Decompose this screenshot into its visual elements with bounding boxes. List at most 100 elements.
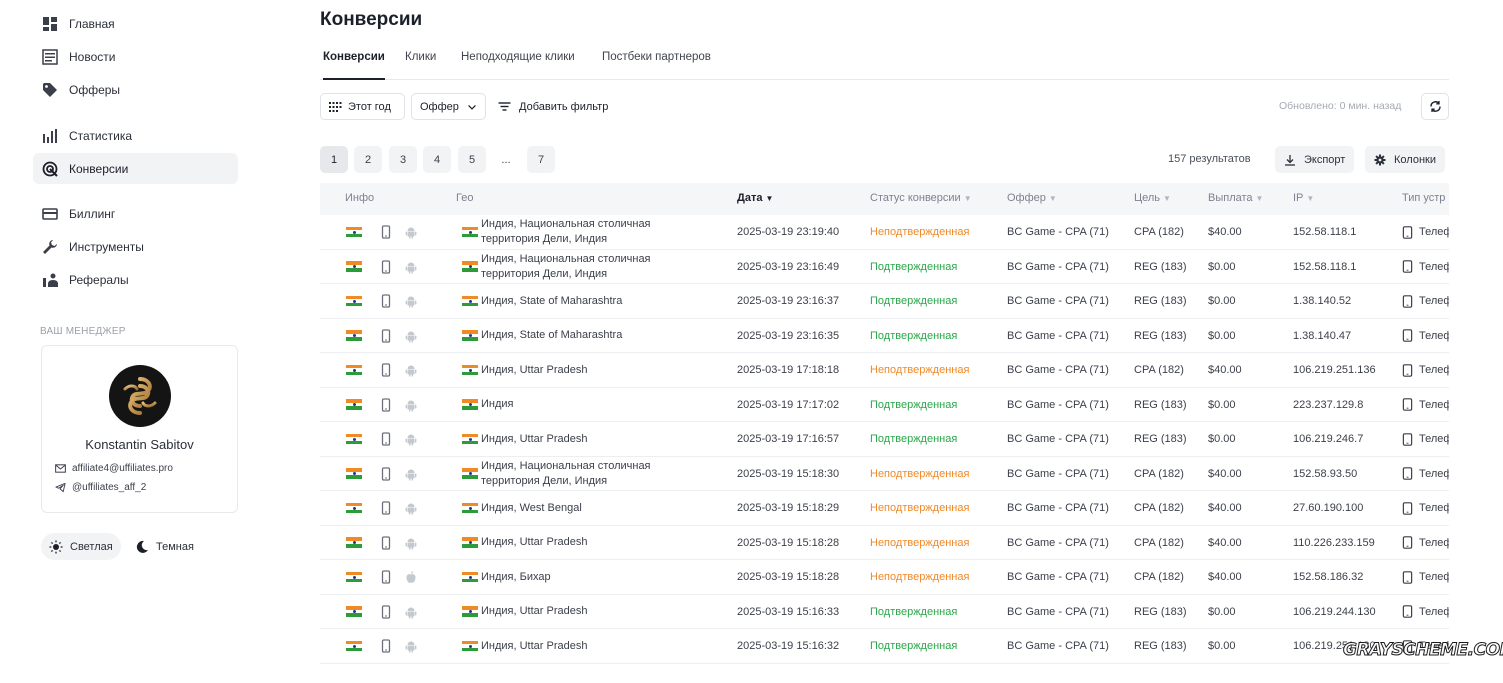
page-button-3[interactable]: 3 — [389, 146, 417, 173]
sidebar-item-billing[interactable]: Биллинг — [33, 198, 238, 229]
column-header-date[interactable]: Дата ▼ — [737, 192, 773, 204]
columns-button[interactable]: Колонки — [1365, 146, 1445, 173]
table-row[interactable]: Индия 2025-03-19 17:17:02 Подтвержденная BC… — [320, 388, 1449, 422]
calendar-grid-icon — [329, 102, 342, 112]
offer-select[interactable]: Оффер — [411, 93, 486, 120]
page-button-2[interactable]: 2 — [354, 146, 382, 173]
india-flag-icon — [346, 606, 362, 617]
india-flag-icon — [462, 468, 478, 479]
table-header: Инфо Гео Дата ▼ Статус конверсии ▼ Оффер ▼ … — [320, 183, 1449, 215]
avatar — [109, 365, 171, 427]
chevron-down-icon — [468, 104, 476, 110]
table-row[interactable]: Индия, Бихар 2025-03-19 15:18:28 Неподтвер… — [320, 560, 1449, 595]
add-filter-button[interactable]: Добавить фильтр — [498, 93, 608, 120]
theme-dark-label: Темная — [156, 540, 194, 553]
tab-partner-postbacks[interactable]: Постбеки партнеров — [602, 44, 711, 79]
period-filter-button[interactable]: Этот год — [320, 93, 405, 120]
offer-cell[interactable]: BC Game - CPA (71) — [1007, 388, 1109, 422]
offer-cell[interactable]: BC Game - CPA (71) — [1007, 595, 1109, 629]
table-row[interactable]: Индия, State of Maharashtra 2025-03-19 23… — [320, 319, 1449, 353]
tab-conversions[interactable]: Конверсии — [323, 44, 385, 80]
status-cell: Неподтвержденная — [870, 226, 970, 238]
sidebar-item-conversions[interactable]: Конверсии — [33, 153, 238, 184]
table-row[interactable]: Индия, Национальная столичная территория… — [320, 215, 1449, 250]
column-header-offer[interactable]: Оффер ▼ — [1007, 192, 1057, 204]
offer-cell[interactable]: BC Game - CPA (71) — [1007, 250, 1109, 284]
manager-telegram[interactable]: @uffiliates_aff_2 — [55, 482, 146, 493]
offer-cell[interactable]: BC Game - CPA (71) — [1007, 491, 1109, 525]
date-cell: 2025-03-19 15:18:29 — [737, 502, 840, 514]
table-row[interactable]: Индия, Uttar Pradesh 2025-03-19 15:18:28 Н… — [320, 526, 1449, 560]
payout-cell: $0.00 — [1208, 329, 1236, 342]
sidebar-item-tools[interactable]: Инструменты — [33, 231, 238, 262]
tab-clicks[interactable]: Клики — [405, 44, 436, 79]
device-type-cell: Телеф — [1402, 560, 1449, 594]
ip-cell: 152.58.118.1 — [1293, 226, 1357, 238]
status-cell: Подтвержденная — [870, 295, 958, 307]
offer-cell[interactable]: BC Game - CPA (71) — [1007, 457, 1109, 491]
android-icon — [405, 331, 417, 342]
phone-icon — [1402, 536, 1413, 549]
table-row[interactable]: Индия, Uttar Pradesh 2025-03-19 17:16:57 П… — [320, 422, 1449, 457]
india-flag-icon — [462, 606, 478, 617]
india-flag-icon — [346, 261, 362, 272]
manager-email[interactable]: affiliate4@uffiliates.pro — [55, 463, 173, 474]
geo-text: Индия, Uttar Pradesh — [481, 639, 588, 652]
sidebar-item-home[interactable]: Главная — [33, 8, 238, 39]
geo-cell: Индия, Uttar Pradesh — [462, 629, 671, 663]
sidebar-item-news[interactable]: Новости — [33, 41, 238, 72]
offer-cell[interactable]: BC Game - CPA (71) — [1007, 284, 1109, 318]
sidebar-item-referrals[interactable]: Рефералы — [33, 264, 238, 295]
india-flag-icon — [462, 571, 478, 583]
india-flag-icon — [346, 295, 362, 307]
table-row[interactable]: Индия, State of Maharashtra 2025-03-19 23… — [320, 284, 1449, 319]
status-cell: Неподтвержденная — [870, 502, 970, 514]
theme-light-button[interactable]: Светлая — [41, 533, 121, 560]
goal-cell: REG (183) — [1134, 260, 1187, 273]
device-type-text: Телеф — [1419, 571, 1449, 583]
android-icon — [405, 469, 417, 480]
offer-cell[interactable]: BC Game - CPA (71) — [1007, 629, 1109, 663]
offer-cell[interactable]: BC Game - CPA (71) — [1007, 422, 1109, 456]
column-header-goal[interactable]: Цель ▼ — [1134, 192, 1171, 204]
page-button-5[interactable]: 5 — [458, 146, 486, 173]
column-header-geo: Гео — [456, 192, 474, 204]
offer-cell[interactable]: BC Game - CPA (71) — [1007, 353, 1109, 387]
table-row[interactable]: Индия, Uttar Pradesh 2025-03-19 17:18:18 Н… — [320, 353, 1449, 388]
phone-icon — [381, 501, 391, 515]
refresh-button[interactable] — [1421, 93, 1449, 120]
device-type-text: Телеф — [1419, 467, 1449, 480]
sidebar-item-statistics[interactable]: Статистика — [33, 120, 238, 151]
india-flag-icon — [346, 640, 362, 652]
geo-text: Индия, Национальная столичная территория… — [481, 218, 651, 245]
tab-invalid-clicks[interactable]: Неподходящие клики — [461, 44, 575, 79]
payout-cell: $40.00 — [1208, 467, 1242, 480]
info-cell — [346, 353, 418, 387]
offer-cell[interactable]: BC Game - CPA (71) — [1007, 560, 1109, 594]
export-button[interactable]: Экспорт — [1275, 146, 1355, 173]
column-header-payout[interactable]: Выплата ▼ — [1208, 192, 1263, 204]
moon-icon — [136, 540, 148, 553]
offer-cell[interactable]: BC Game - CPA (71) — [1007, 215, 1109, 249]
column-header-ip[interactable]: IP ▼ — [1293, 192, 1314, 204]
india-flag-icon — [346, 399, 362, 410]
table-row[interactable]: Индия, Национальная столичная территория… — [320, 250, 1449, 284]
columns-label: Колонки — [1394, 153, 1436, 166]
column-header-status[interactable]: Статус конверсии ▼ — [870, 192, 972, 204]
page-button-1[interactable]: 1 — [320, 146, 348, 173]
table-row[interactable]: Индия, West Bengal 2025-03-19 15:18:29 Неп… — [320, 491, 1449, 526]
offer-cell[interactable]: BC Game - CPA (71) — [1007, 319, 1109, 353]
page-button-4[interactable]: 4 — [423, 146, 451, 173]
theme-dark-button[interactable]: Темная — [127, 533, 202, 560]
table-row[interactable]: Индия, Uttar Pradesh 2025-03-19 15:16:33 П… — [320, 595, 1449, 629]
table-row[interactable]: Индия, Uttar Pradesh 2025-03-19 15:16:32 П… — [320, 629, 1449, 664]
sidebar-item-offers[interactable]: Офферы — [33, 74, 238, 105]
info-cell — [346, 215, 418, 249]
payout-cell: $40.00 — [1208, 226, 1242, 238]
table-row[interactable]: Индия, Национальная столичная территория… — [320, 457, 1449, 491]
ip-cell: 152.58.93.50 — [1293, 467, 1358, 480]
sidebar-item-label: Статистика — [69, 128, 133, 143]
page-button-7[interactable]: 7 — [527, 146, 555, 173]
device-type-cell: Телеф — [1402, 319, 1449, 353]
offer-cell[interactable]: BC Game - CPA (71) — [1007, 526, 1109, 560]
